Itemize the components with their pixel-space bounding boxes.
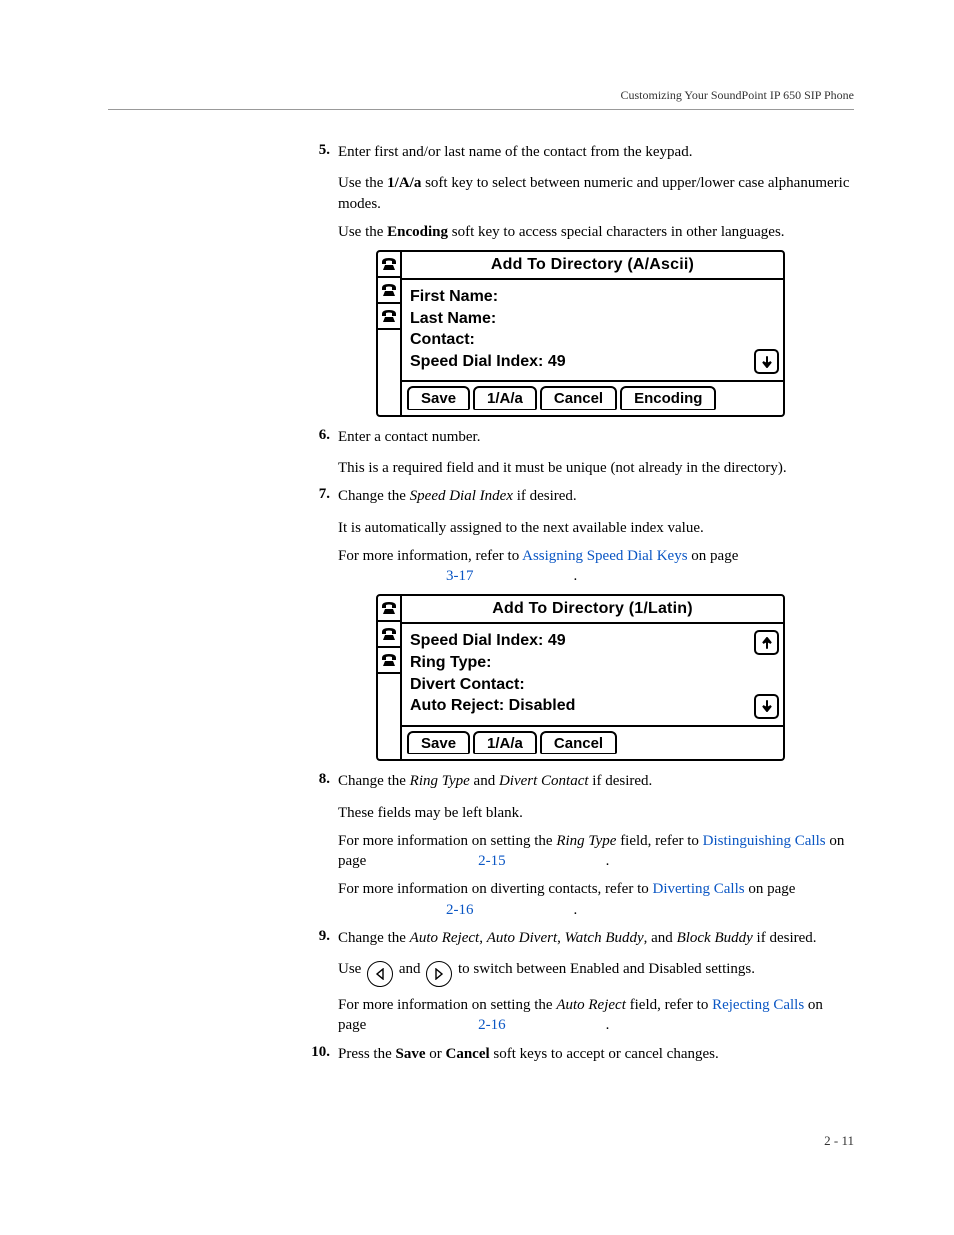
lcd2-title: Add To Directory (1/Latin)	[402, 596, 783, 624]
lcd1-title: Add To Directory (A/Ascii)	[402, 252, 783, 280]
lcd2-line: Auto Reject: Disabled	[410, 695, 751, 717]
softkey-save: Save	[407, 386, 470, 410]
step-number: 6.	[304, 427, 330, 444]
scroll-up-icon	[754, 630, 779, 655]
softkey-encoding: Encoding	[620, 386, 716, 410]
lcd1-line: First Name:	[410, 286, 751, 308]
lcd-figure-1: Add To Directory (A/Ascii) First Name: L…	[376, 250, 854, 417]
step-number: 5.	[304, 142, 330, 159]
line-icon	[378, 622, 400, 648]
scroll-down-icon	[754, 694, 779, 719]
softkey-mode: 1/A/a	[473, 386, 537, 410]
step7-p3: For more information, refer to Assigning…	[338, 546, 854, 587]
content-column: 5. Enter first and/or last name of the c…	[304, 142, 854, 1072]
running-header: Customizing Your SoundPoint IP 650 SIP P…	[108, 88, 854, 103]
header-rule	[108, 109, 854, 110]
step-number: 10.	[304, 1044, 330, 1061]
lcd2-line: Ring Type:	[410, 652, 751, 674]
line-icon	[378, 252, 400, 278]
link-rejecting-calls[interactable]: Rejecting Calls	[712, 997, 804, 1013]
step5-main: Enter first and/or last name of the cont…	[338, 142, 854, 162]
line-icon	[378, 648, 400, 674]
line-icon	[378, 278, 400, 304]
step5-p3: Use the Encoding soft key to access spec…	[338, 222, 854, 242]
scroll-down-icon	[754, 349, 779, 374]
softkey-save: Save	[407, 731, 470, 755]
step-number: 9.	[304, 928, 330, 945]
page-number: 2 - 11	[824, 1133, 854, 1149]
lcd2-line: Speed Dial Index: 49	[410, 630, 751, 652]
lcd-figure-2: Add To Directory (1/Latin) Speed Dial In…	[376, 594, 854, 761]
step-number: 7.	[304, 486, 330, 503]
softkey-mode: 1/A/a	[473, 731, 537, 755]
link-diverting-calls[interactable]: Diverting Calls	[653, 881, 745, 897]
step8-p4: For more information on diverting contac…	[338, 879, 854, 920]
line-icon	[378, 304, 400, 330]
link-distinguishing-calls[interactable]: Distinguishing Calls	[703, 833, 826, 849]
page-ref[interactable]: 2-16	[338, 814, 574, 918]
step9-p3: For more information on setting the Auto…	[338, 995, 854, 1036]
page-ref[interactable]: 3-17	[338, 480, 574, 584]
step-number: 8.	[304, 771, 330, 788]
step6-main: Enter a contact number.	[338, 427, 854, 447]
line-icon	[378, 596, 400, 622]
page-ref[interactable]: 2-16	[370, 929, 606, 1033]
step6-p2: This is a required field and it must be …	[338, 458, 854, 478]
step10-main: Press the Save or Cancel soft keys to ac…	[338, 1044, 854, 1064]
lcd1-line: Last Name:	[410, 308, 751, 330]
softkey-cancel: Cancel	[540, 731, 617, 755]
lcd2-line: Divert Contact:	[410, 674, 751, 696]
lcd1-line: Contact:	[410, 329, 751, 351]
step5-p2: Use the 1/A/a soft key to select between…	[338, 173, 854, 214]
softkey-cancel: Cancel	[540, 386, 617, 410]
lcd1-line: Speed Dial Index: 49	[410, 351, 751, 373]
